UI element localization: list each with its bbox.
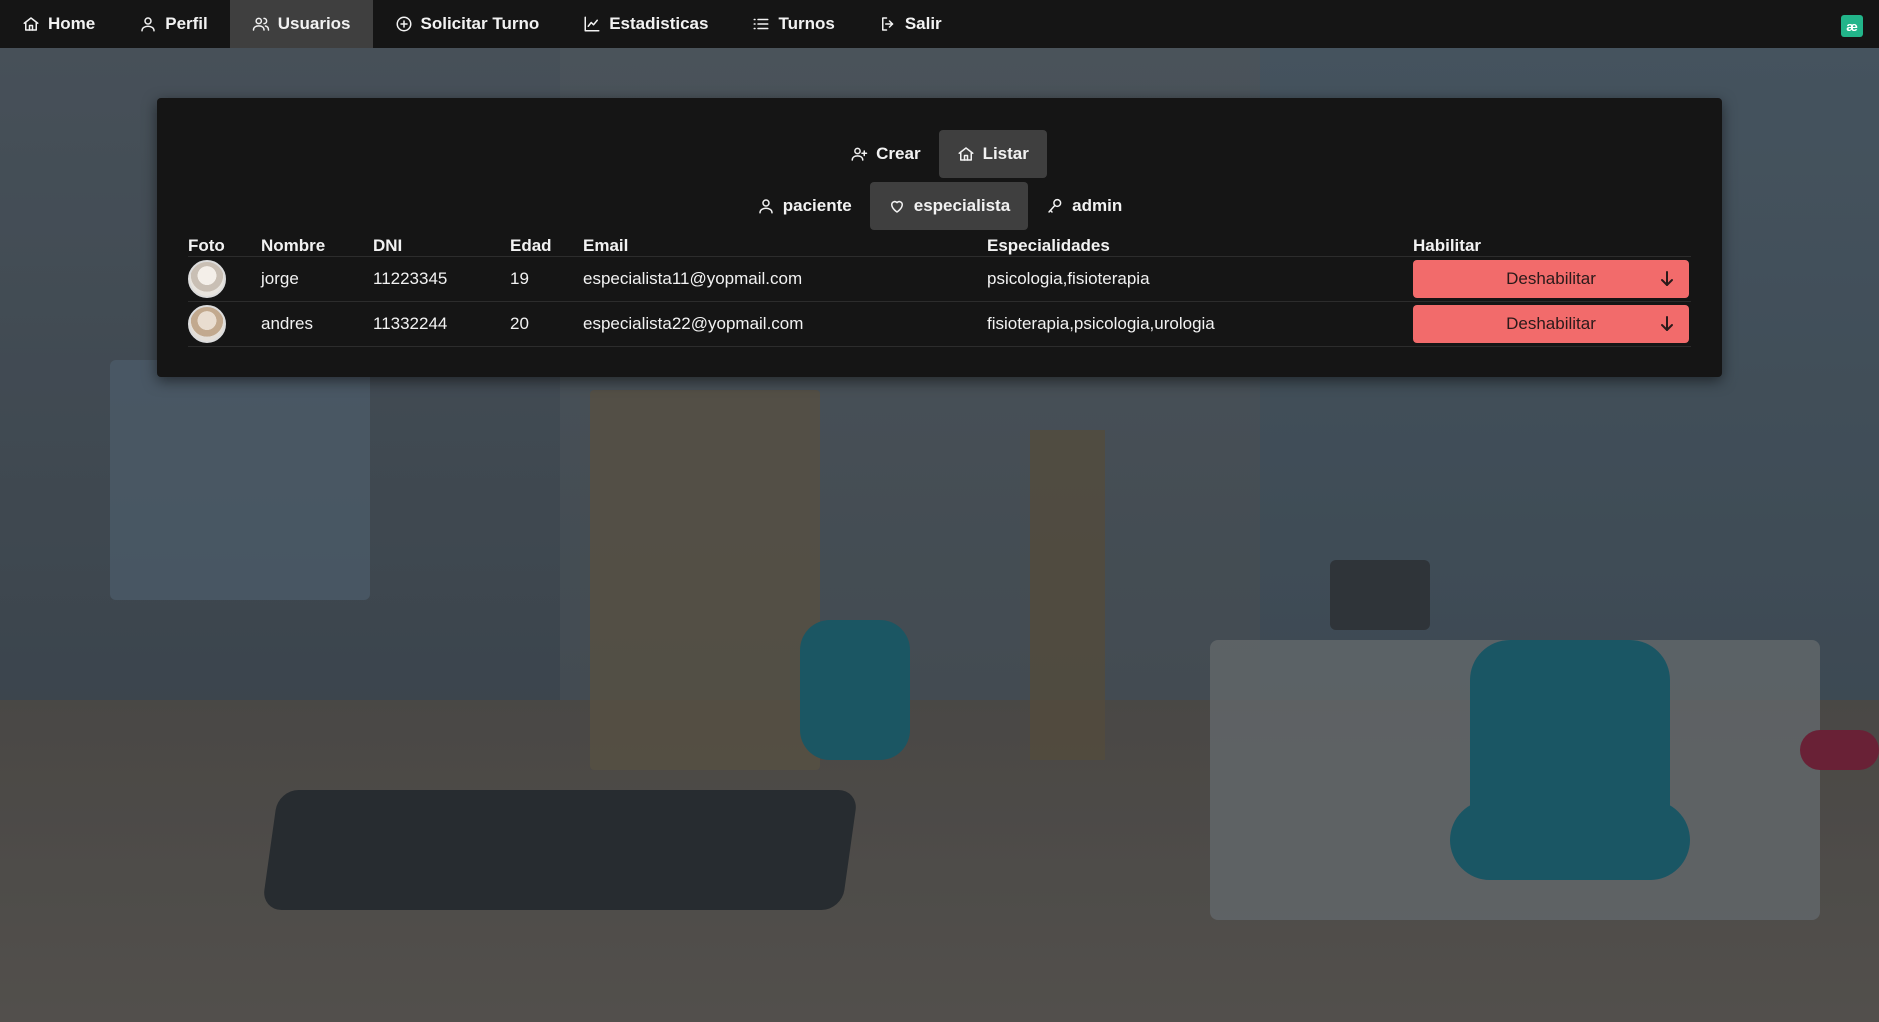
header-nombre: Nombre <box>261 232 373 257</box>
header-email: Email <box>583 232 987 257</box>
arrow-down-icon <box>1659 270 1675 288</box>
header-edad: Edad <box>510 232 583 257</box>
cell-edad: 19 <box>510 256 583 302</box>
list-icon <box>752 15 770 33</box>
nav-estadisticas-label: Estadisticas <box>609 14 709 33</box>
extension-badge-icon[interactable]: æ <box>1841 15 1863 37</box>
nav-salir-label: Salir <box>904 14 942 33</box>
add-user-icon <box>851 147 868 161</box>
nav-salir[interactable]: Salir <box>857 0 964 48</box>
tab-admin-label: admin <box>1072 196 1123 215</box>
deshabilitar-label: Deshabilitar <box>1506 314 1596 333</box>
cell-nombre: andres <box>261 301 373 347</box>
header-foto: Foto <box>188 232 261 257</box>
deshabilitar-button[interactable]: Deshabilitar <box>1413 260 1689 298</box>
nav-solicitar-turno[interactable]: Solicitar Turno <box>373 0 562 48</box>
header-dni: DNI <box>373 232 510 257</box>
cell-email: especialista22@yopmail.com <box>583 301 987 347</box>
nav-usuarios-label: Usuarios <box>277 14 351 33</box>
user-icon <box>139 15 157 33</box>
users-panel: Crear Listar paciente especialista admin… <box>157 98 1722 377</box>
crear-button[interactable]: Crear <box>832 130 938 178</box>
header-especialidades: Especialidades <box>987 232 1413 257</box>
nav-perfil-label: Perfil <box>165 14 208 33</box>
crear-label: Crear <box>876 144 921 163</box>
nav-home[interactable]: Home <box>0 0 117 48</box>
cell-edad: 20 <box>510 301 583 347</box>
tab-admin[interactable]: admin <box>1028 182 1140 230</box>
cell-especialidades: fisioterapia,psicologia,urologia <box>987 301 1413 347</box>
nav-estadisticas[interactable]: Estadisticas <box>561 0 730 48</box>
deshabilitar-label: Deshabilitar <box>1506 269 1596 288</box>
home-icon <box>958 147 974 161</box>
top-navbar: Home Perfil Usuarios Solicitar Turno Est… <box>0 0 1879 48</box>
users-icon <box>252 15 270 33</box>
table-row: andres 11332244 20 especialista22@yopmai… <box>188 301 1691 347</box>
users-table: Foto Nombre DNI Edad Email Especialidade… <box>188 232 1691 347</box>
role-filter-tabs: paciente especialista admin <box>157 182 1722 230</box>
nav-turnos[interactable]: Turnos <box>730 0 856 48</box>
cell-dni: 11223345 <box>373 256 510 302</box>
key-icon <box>1048 198 1062 213</box>
heart-icon <box>890 200 903 213</box>
tab-especialista-label: especialista <box>913 196 1011 215</box>
avatar <box>188 305 226 343</box>
action-buttons: Crear Listar <box>157 130 1722 178</box>
avatar <box>188 260 226 298</box>
user-icon <box>759 199 773 214</box>
tab-paciente-label: paciente <box>782 196 852 215</box>
cell-dni: 11332244 <box>373 301 510 347</box>
plus-circle-icon <box>395 15 413 33</box>
nav-solicitar-turno-label: Solicitar Turno <box>420 14 540 33</box>
header-habilitar: Habilitar <box>1413 232 1691 257</box>
cell-especialidades: psicologia,fisioterapia <box>987 256 1413 302</box>
table-header-row: Foto Nombre DNI Edad Email Especialidade… <box>188 232 1691 257</box>
tab-paciente[interactable]: paciente <box>739 182 870 230</box>
tab-especialista[interactable]: especialista <box>869 182 1029 230</box>
nav-perfil[interactable]: Perfil <box>117 0 230 48</box>
chart-line-icon <box>583 15 601 33</box>
home-icon <box>22 15 40 33</box>
logout-icon <box>879 15 897 33</box>
listar-label: Listar <box>982 144 1029 163</box>
cell-nombre: jorge <box>261 256 373 302</box>
deshabilitar-button[interactable]: Deshabilitar <box>1413 305 1689 343</box>
table-row: jorge 11223345 19 especialista11@yopmail… <box>188 256 1691 302</box>
listar-button[interactable]: Listar <box>938 130 1047 178</box>
cell-email: especialista11@yopmail.com <box>583 256 987 302</box>
nav-usuarios[interactable]: Usuarios <box>229 0 373 48</box>
arrow-down-icon <box>1659 315 1675 333</box>
nav-turnos-label: Turnos <box>778 14 835 33</box>
nav-home-label: Home <box>48 14 96 33</box>
